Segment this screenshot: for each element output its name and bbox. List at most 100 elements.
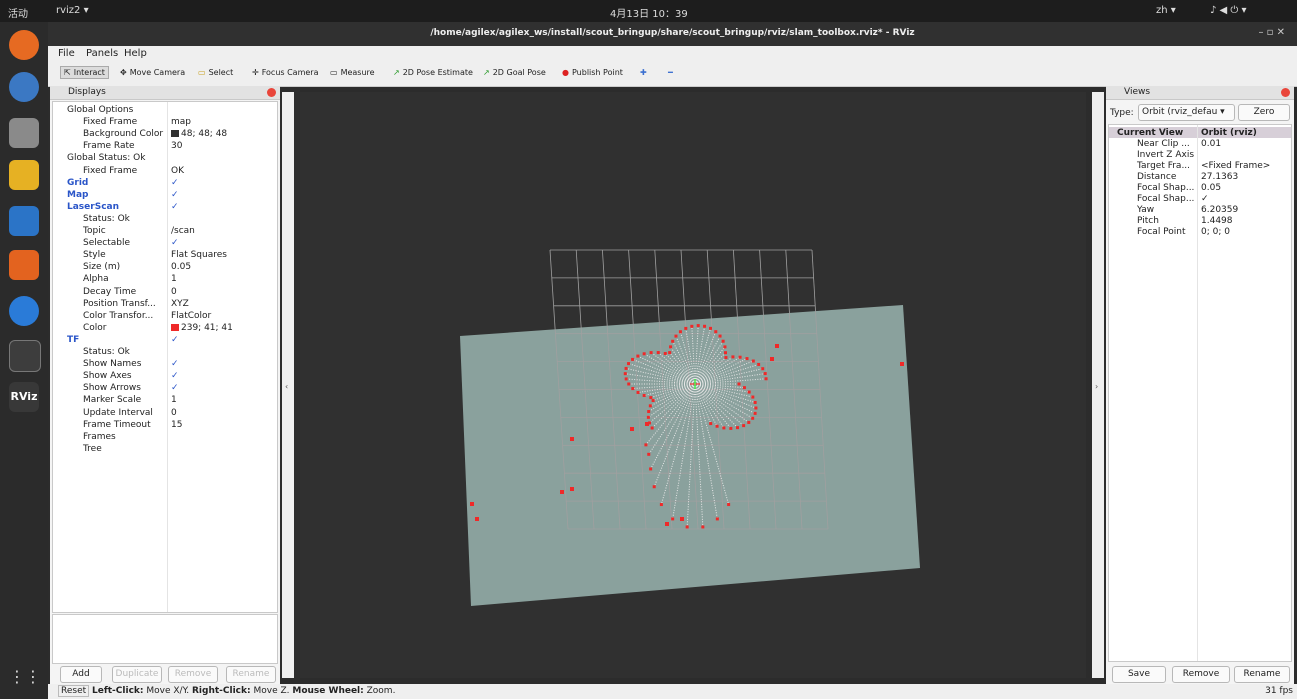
software-icon[interactable] — [9, 250, 39, 280]
system-menu[interactable]: ♪ ◀ ⏻ ▾ — [1210, 5, 1247, 16]
display-row-label[interactable]: Tree — [83, 443, 102, 455]
select-tool[interactable]: ▭ Select — [198, 68, 233, 77]
display-row-label[interactable]: Map — [67, 189, 88, 201]
menu-help[interactable]: Help — [124, 48, 147, 59]
display-row-value[interactable]: 15 — [171, 419, 182, 431]
display-row-value[interactable]: ✓ — [171, 370, 179, 382]
display-row-value[interactable]: 0 — [171, 407, 177, 419]
display-row-label[interactable]: Position Transf... — [83, 298, 156, 310]
display-row-label[interactable]: Fixed Frame — [83, 116, 137, 128]
reset-button[interactable]: Reset — [58, 685, 90, 697]
display-row-value[interactable]: 0 — [171, 286, 177, 298]
display-row-label[interactable]: Fixed Frame — [83, 165, 137, 177]
pose-estimate-tool[interactable]: ↗ 2D Pose Estimate — [393, 68, 473, 77]
measure-tool[interactable]: ▭ Measure — [330, 68, 375, 77]
display-row-label[interactable]: Frame Rate — [83, 140, 135, 152]
display-row-value[interactable]: map — [171, 116, 191, 128]
activities-button[interactable]: 活动 — [8, 5, 28, 20]
writer-icon[interactable] — [9, 206, 39, 236]
remove-view-button[interactable]: Remove — [1172, 666, 1230, 683]
displays-tree[interactable]: Global Options Fixed Frame map Background C… — [52, 101, 278, 613]
view-row-label[interactable]: Focal Point — [1137, 226, 1186, 238]
display-row-value[interactable]: /scan — [171, 225, 195, 237]
display-row-value[interactable]: FlatColor — [171, 310, 211, 322]
view-type-select[interactable]: Orbit (rviz_defau ▾ — [1138, 104, 1235, 121]
display-row-value[interactable]: 30 — [171, 140, 182, 152]
right-splitter[interactable]: › — [1092, 92, 1104, 678]
help-icon[interactable] — [9, 296, 39, 326]
terminal-icon[interactable] — [9, 340, 41, 372]
add-tool-button[interactable]: ✚ — [640, 68, 647, 77]
display-row-value[interactable]: ✓ — [171, 237, 179, 249]
display-row-label[interactable]: Status: Ok — [83, 346, 130, 358]
display-row-label[interactable]: Show Axes — [83, 370, 132, 382]
display-row-label[interactable]: Topic — [83, 225, 106, 237]
display-row-label[interactable]: Status: Ok — [83, 213, 130, 225]
display-row-label[interactable]: Frame Timeout — [83, 419, 151, 431]
files-icon[interactable] — [9, 118, 39, 148]
left-splitter[interactable]: ‹ — [282, 92, 294, 678]
input-method[interactable]: zh ▾ — [1156, 5, 1176, 16]
app-menu[interactable]: rviz2 ▾ — [56, 5, 89, 16]
display-row-label[interactable]: Show Arrows — [83, 382, 141, 394]
firefox-icon[interactable] — [9, 30, 39, 60]
publish-point-tool[interactable]: ● Publish Point — [562, 68, 623, 77]
display-row-label[interactable]: Color Transfor... — [83, 310, 153, 322]
display-row-value[interactable]: 1 — [171, 394, 177, 406]
display-row-label[interactable]: LaserScan — [67, 201, 119, 213]
render-viewport[interactable] — [300, 92, 1086, 678]
display-row-label[interactable]: Global Options — [67, 104, 133, 116]
menu-file[interactable]: File — [58, 48, 75, 59]
display-row-value[interactable]: OK — [171, 165, 184, 177]
zero-button[interactable]: Zero — [1238, 104, 1290, 121]
display-row-label[interactable]: Selectable — [83, 237, 130, 249]
display-row-label[interactable]: Alpha — [83, 273, 109, 285]
display-row-label[interactable]: Show Names — [83, 358, 141, 370]
display-row-label[interactable]: Decay Time — [83, 286, 136, 298]
display-row-value[interactable]: ✓ — [171, 334, 179, 346]
display-row-label[interactable]: Color — [83, 322, 107, 334]
add-display-button[interactable]: Add — [60, 666, 102, 683]
focus-camera-tool[interactable]: ✛ Focus Camera — [252, 68, 319, 77]
goal-pose-tool[interactable]: ↗ 2D Goal Pose — [483, 68, 546, 77]
scene-canvas[interactable] — [300, 92, 1086, 678]
display-row-label[interactable]: Frames — [83, 431, 116, 443]
collapse-right-icon[interactable]: › — [1095, 382, 1098, 391]
display-row-label[interactable]: Marker Scale — [83, 394, 141, 406]
collapse-left-icon[interactable]: ‹ — [285, 382, 288, 391]
display-row-label[interactable]: Size (m) — [83, 261, 120, 273]
save-view-button[interactable]: Save — [1112, 666, 1166, 683]
display-row-label[interactable]: Style — [83, 249, 106, 261]
display-row-value[interactable]: 1 — [171, 273, 177, 285]
interact-tool[interactable]: ⇱ Interact — [60, 66, 109, 79]
rviz-icon[interactable]: RViz — [9, 382, 39, 412]
remove-tool-button[interactable]: ━ — [668, 68, 673, 77]
display-row-value[interactable]: Flat Squares — [171, 249, 227, 261]
mail-icon[interactable] — [9, 72, 39, 102]
display-row-label[interactable]: Global Status: Ok — [67, 152, 145, 164]
view-row-value[interactable]: 0; 0; 0 — [1201, 226, 1230, 238]
display-row-value[interactable]: ✓ — [171, 382, 179, 394]
remove-display-button[interactable]: Remove — [168, 666, 218, 683]
close-icon[interactable] — [1281, 88, 1290, 97]
duplicate-display-button[interactable]: Duplicate — [112, 666, 162, 683]
rename-display-button[interactable]: Rename — [226, 666, 276, 683]
display-row-label[interactable]: Update Interval — [83, 407, 153, 419]
views-tree[interactable]: Current View Orbit (rviz) Near Clip ... 0.0… — [1108, 124, 1292, 662]
window-controls[interactable]: – ▫ ✕ — [1258, 27, 1285, 38]
music-icon[interactable] — [9, 160, 39, 190]
display-row-label[interactable]: Background Color — [83, 128, 163, 140]
display-row-value[interactable]: ✓ — [171, 201, 179, 213]
move-camera-tool[interactable]: ✥ Move Camera — [120, 68, 185, 77]
app-grid-icon[interactable]: ⋮⋮ — [9, 662, 41, 692]
menu-panels[interactable]: Panels — [86, 48, 118, 59]
display-row-value[interactable]: ✓ — [171, 358, 179, 370]
display-row-label[interactable]: Grid — [67, 177, 88, 189]
display-row-value[interactable]: XYZ — [171, 298, 189, 310]
display-row-value[interactable]: ✓ — [171, 177, 179, 189]
display-row-value[interactable]: 239; 41; 41 — [171, 322, 233, 334]
clock[interactable]: 4月13日 10：39 — [610, 5, 688, 20]
close-icon[interactable] — [267, 88, 276, 97]
display-row-value[interactable]: 0.05 — [171, 261, 191, 273]
rename-view-button[interactable]: Rename — [1234, 666, 1290, 683]
